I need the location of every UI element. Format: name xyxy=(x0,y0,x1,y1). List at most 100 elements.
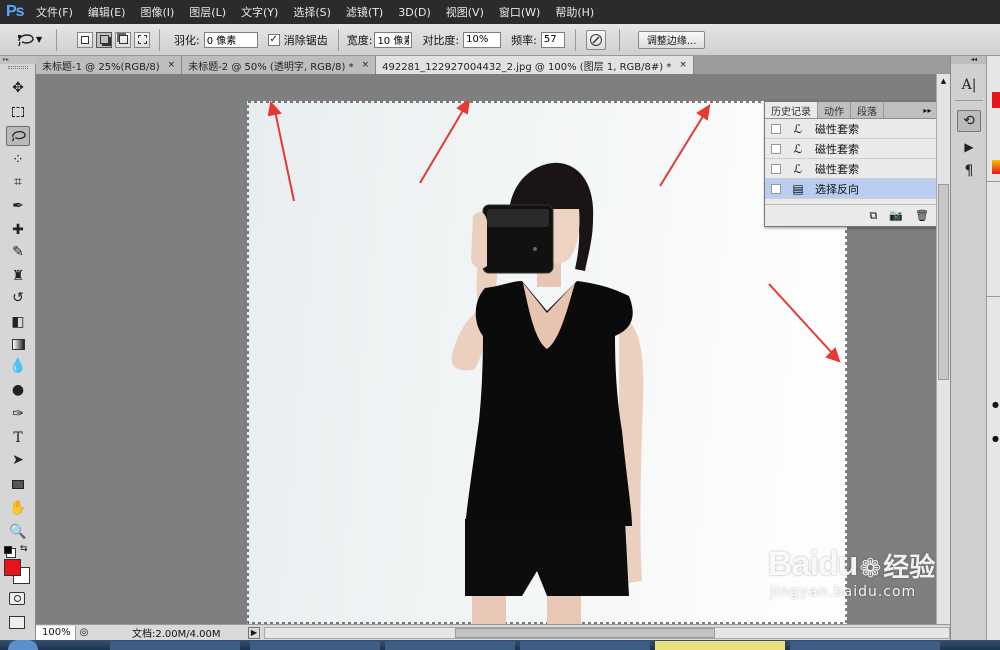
snapshot-checkbox[interactable] xyxy=(771,123,781,134)
history-panel-icon[interactable]: ⟲ xyxy=(957,110,981,132)
zoom-icon[interactable]: 🔍 xyxy=(6,522,30,542)
gradient-icon[interactable] xyxy=(6,334,30,354)
baidu-jingyan-watermark: Baidu ❁ 经验 jingyan.baidu.com xyxy=(768,545,948,625)
eyedropper-icon[interactable]: ✒ xyxy=(6,196,30,216)
character-icon[interactable]: A| xyxy=(957,74,981,96)
move-icon[interactable]: ✥ xyxy=(6,78,30,98)
panel-grip[interactable] xyxy=(8,66,28,69)
taskbar-item[interactable] xyxy=(790,641,940,650)
tools-panel: ▸▸ ✥ ⁘ ⌗ ✒ ✚ ✎ ♜ ↺ ◧ 💧 ● ✑ T ➤ ✋ 🔍 ⇆ xyxy=(0,56,36,650)
refine-edge-button[interactable]: 调整边缘... xyxy=(637,30,706,49)
menu-help[interactable]: 帮助(H) xyxy=(555,4,594,20)
scroll-thumb[interactable] xyxy=(455,627,715,638)
menu-type[interactable]: 文字(Y) xyxy=(241,4,278,20)
feather-input[interactable] xyxy=(203,31,258,48)
panel-grip[interactable]: ▸▸ xyxy=(0,56,36,64)
snapshot-checkbox[interactable] xyxy=(771,183,781,194)
history-item[interactable]: ℒ 磁性套索 xyxy=(765,119,937,139)
magnetic-lasso-icon: ℒ xyxy=(793,141,803,156)
menu-image[interactable]: 图像(I) xyxy=(140,4,174,20)
dodge-icon[interactable]: ● xyxy=(6,380,30,400)
pen-icon[interactable]: ✑ xyxy=(6,404,30,424)
menu-filter[interactable]: 滤镜(T) xyxy=(346,4,383,20)
marquee-icon[interactable] xyxy=(6,102,30,122)
width-input[interactable] xyxy=(374,31,413,48)
zoom-field[interactable]: 100% xyxy=(36,625,76,640)
history-item-selected[interactable]: ▤ 选择反向 xyxy=(765,179,937,199)
subtract-from-selection-button[interactable] xyxy=(115,31,131,48)
collapse-icon[interactable]: ▸▸ xyxy=(919,102,935,118)
tab-history[interactable]: 历史记录 xyxy=(765,102,818,118)
tab-paragraph[interactable]: 段落 xyxy=(851,102,884,118)
menu-file[interactable]: 文件(F) xyxy=(36,4,73,20)
tab-untitled-1[interactable]: 未标题-1 @ 25%(RGB/8) × xyxy=(36,56,183,74)
frequency-input[interactable] xyxy=(540,31,565,48)
paragraph-icon[interactable]: ¶ xyxy=(957,160,981,182)
taskbar-item[interactable] xyxy=(110,641,240,650)
visibility-eye-icon[interactable]: ● xyxy=(992,400,999,409)
blur-icon[interactable]: 💧 xyxy=(6,356,30,376)
crop-icon[interactable]: ⌗ xyxy=(6,172,30,192)
photoshop-logo: Ps xyxy=(6,3,25,20)
document-tabs: 未标题-1 @ 25%(RGB/8) × 未标题-2 @ 50% (透明字, RG… xyxy=(36,56,950,74)
screen-mode-button[interactable] xyxy=(9,616,25,629)
menu-window[interactable]: 窗口(W) xyxy=(499,4,540,20)
actions-play-icon[interactable]: ▶ xyxy=(957,136,981,158)
panel-grip[interactable]: ◂◂ xyxy=(951,56,987,64)
taskbar-item[interactable] xyxy=(520,641,650,650)
close-icon[interactable]: × xyxy=(362,60,370,70)
close-icon[interactable]: × xyxy=(168,60,176,70)
menu-3d[interactable]: 3D(D) xyxy=(398,6,431,19)
tab-untitled-2[interactable]: 未标题-2 @ 50% (透明字, RGB/8) * × xyxy=(182,56,377,74)
tab-actions[interactable]: 动作 xyxy=(818,102,851,118)
default-colors-icon[interactable] xyxy=(4,546,12,554)
intersect-selection-button[interactable] xyxy=(134,31,150,48)
trash-icon[interactable]: 🗑 xyxy=(915,209,929,222)
history-brush-icon[interactable]: ↺ xyxy=(6,288,30,308)
scroll-up-arrow[interactable]: ▲ xyxy=(937,74,950,88)
quick-mask-button[interactable] xyxy=(9,592,25,605)
menu-edit[interactable]: 编辑(E) xyxy=(88,4,126,20)
quick-selection-icon[interactable]: ⁘ xyxy=(6,150,30,170)
history-item[interactable]: ℒ 磁性套索 xyxy=(765,139,937,159)
rectangle-icon[interactable] xyxy=(6,474,30,494)
tablet-pressure-button[interactable] xyxy=(585,29,606,50)
new-selection-button[interactable] xyxy=(77,31,93,48)
snapshot-checkbox[interactable] xyxy=(771,163,781,174)
magnetic-lasso-icon: ℒ xyxy=(793,121,803,136)
visibility-eye-icon[interactable]: ● xyxy=(992,434,999,443)
menu-select[interactable]: 选择(S) xyxy=(293,4,331,20)
camera-icon[interactable]: 📷 xyxy=(889,209,903,222)
swap-colors-icon[interactable]: ⇆ xyxy=(20,544,28,554)
start-button[interactable] xyxy=(8,640,38,650)
horizontal-scrollbar[interactable] xyxy=(264,626,950,639)
healing-brush-icon[interactable]: ✚ xyxy=(6,220,30,240)
status-menu-arrow[interactable]: ▶ xyxy=(248,626,260,639)
status-info-icon[interactable]: ◎ xyxy=(76,627,92,638)
vertical-scrollbar[interactable]: ▲ xyxy=(936,74,950,624)
menu-view[interactable]: 视图(V) xyxy=(446,4,484,20)
hand-icon[interactable]: ✋ xyxy=(6,498,30,518)
menu-layer[interactable]: 图层(L) xyxy=(189,4,226,20)
history-item[interactable]: ℒ 磁性套索 xyxy=(765,159,937,179)
foreground-color-swatch[interactable] xyxy=(4,559,21,576)
type-icon[interactable]: T xyxy=(6,428,30,448)
close-icon[interactable]: × xyxy=(679,60,687,70)
contrast-input[interactable] xyxy=(463,31,502,48)
antialias-checkbox[interactable]: ✓ xyxy=(267,33,280,46)
snapshot-checkbox[interactable] xyxy=(771,143,781,154)
taskbar-item[interactable] xyxy=(385,641,515,650)
path-selection-icon[interactable]: ➤ xyxy=(6,450,30,470)
taskbar-item[interactable] xyxy=(250,641,380,650)
magnetic-lasso-icon[interactable] xyxy=(6,126,30,146)
taskbar-item-active[interactable] xyxy=(655,641,785,650)
document-canvas[interactable] xyxy=(247,101,847,624)
tab-active-document[interactable]: 492281_122927004432_2.jpg @ 100% (图层 1, … xyxy=(376,56,694,74)
clone-stamp-icon[interactable]: ♜ xyxy=(6,266,30,286)
add-to-selection-button[interactable] xyxy=(96,31,112,48)
brush-icon[interactable]: ✎ xyxy=(6,242,30,262)
new-document-from-state-icon[interactable]: ⧉ xyxy=(869,209,877,223)
eraser-icon[interactable]: ◧ xyxy=(6,312,30,332)
tool-preset-picker[interactable]: ▼ xyxy=(16,32,50,48)
scroll-thumb[interactable] xyxy=(938,184,949,380)
